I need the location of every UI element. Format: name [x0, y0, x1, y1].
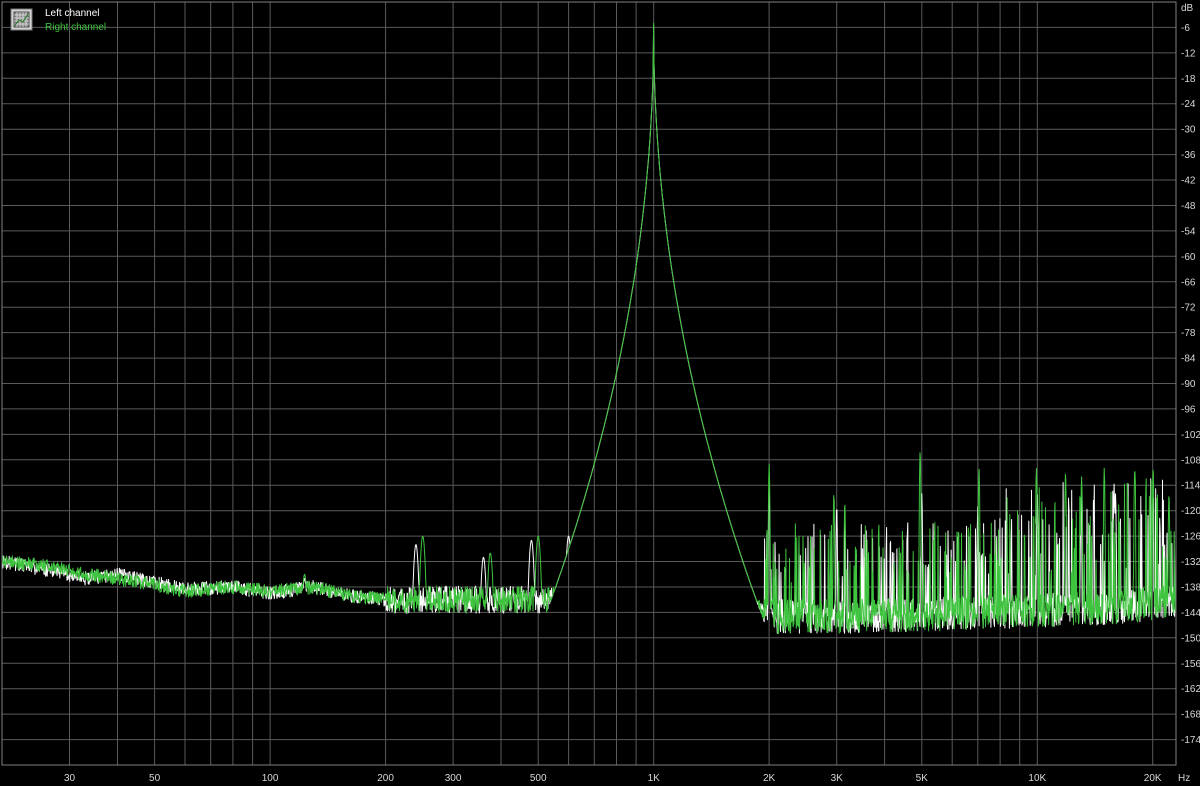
y-tick-label: -84 [1181, 354, 1196, 365]
y-unit-label: dB [1181, 3, 1194, 14]
y-tick-label: -24 [1181, 99, 1196, 110]
y-tick-label: -108 [1181, 455, 1200, 466]
y-tick-label: -66 [1181, 277, 1196, 288]
x-tick-label: 20K [1144, 773, 1162, 784]
y-tick-label: -96 [1181, 404, 1196, 415]
y-tick-label: -114 [1181, 481, 1200, 492]
y-tick-label: -132 [1181, 557, 1200, 568]
y-tick-label: -48 [1181, 201, 1196, 212]
y-tick-label: -18 [1181, 74, 1196, 85]
y-tick-label: -174 [1181, 735, 1200, 746]
y-tick-label: -72 [1181, 303, 1196, 314]
fft-spectrum-chart: -6 -12 -18 -24 -30 -36 -42 -48 -54 -60 -66 -72 -78 -8… [0, 0, 1200, 786]
y-tick-label: -102 [1181, 430, 1200, 441]
x-tick-label: 30 [64, 773, 76, 784]
legend-label-right: Right channel [45, 22, 106, 33]
y-tick-label: -60 [1181, 252, 1196, 263]
x-tick-label: 100 [262, 773, 279, 784]
y-tick-label: -120 [1181, 506, 1200, 517]
y-tick-label: -144 [1181, 608, 1200, 619]
x-tick-label: 300 [445, 773, 462, 784]
y-tick-label: -6 [1181, 23, 1190, 34]
y-tick-label: -168 [1181, 710, 1200, 721]
x-tick-label: 50 [149, 773, 161, 784]
y-tick-label: -156 [1181, 659, 1200, 670]
legend-grid-icon[interactable] [10, 8, 33, 31]
y-tick-label: -30 [1181, 125, 1196, 136]
y-tick-label: -150 [1181, 633, 1200, 644]
x-unit-label: Hz [1178, 773, 1190, 784]
y-tick-label: -36 [1181, 150, 1196, 161]
y-tick-label: -42 [1181, 176, 1196, 187]
x-tick-label: 200 [377, 773, 394, 784]
y-tick-label: -54 [1181, 226, 1196, 237]
x-tick-label: 5K [916, 773, 929, 784]
x-tick-label: 2K [763, 773, 776, 784]
x-tick-label: 3K [831, 773, 844, 784]
x-tick-label: 1K [648, 773, 661, 784]
y-tick-label: -138 [1181, 583, 1200, 594]
y-tick-label: -78 [1181, 328, 1196, 339]
legend-label-left: Left channel [45, 8, 100, 19]
x-tick-label: 500 [530, 773, 547, 784]
y-tick-label: -126 [1181, 532, 1200, 543]
y-tick-label: -162 [1181, 684, 1200, 695]
y-tick-label: -90 [1181, 379, 1196, 390]
x-tick-label: 10K [1028, 773, 1046, 784]
y-tick-label: -12 [1181, 48, 1196, 59]
